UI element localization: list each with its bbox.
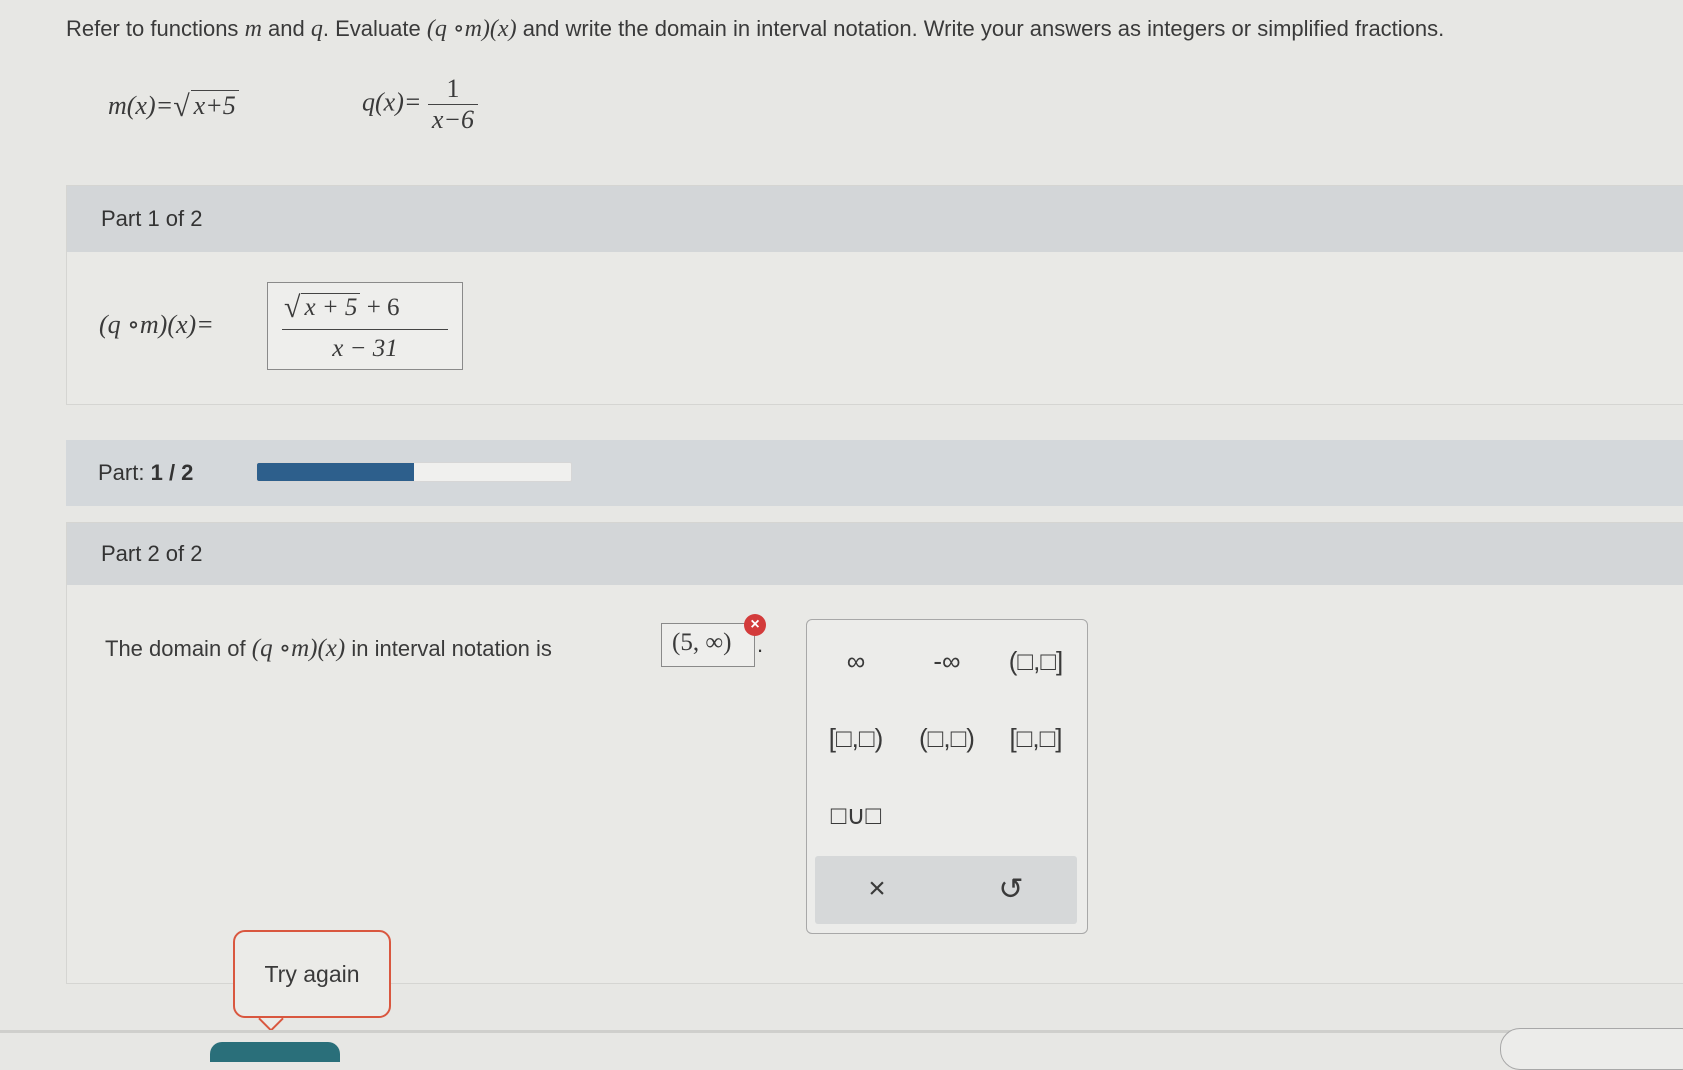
sentence-period: . (757, 632, 764, 657)
part1-fraction-bar (282, 329, 448, 330)
progress-value: 1 / 2 (150, 460, 194, 485)
key-infinity[interactable]: ∞ (816, 646, 896, 677)
prompt-text: Refer to functions (66, 16, 239, 41)
key-open-closed-interval[interactable]: (□,□] (996, 646, 1076, 677)
part1-answer-radicand: x + 5 (301, 293, 361, 322)
function-q-denominator: x−6 (427, 104, 478, 135)
prompt-text: . Evaluate (322, 16, 421, 41)
clear-icon[interactable]: × (837, 872, 917, 906)
part1-header: Part 1 of 2 (67, 186, 1683, 252)
function-m-radicand: x+5 (190, 90, 239, 121)
part1-answer-denominator: x − 31 (332, 335, 398, 362)
part2-composition: (q ∘m)(x) (251, 635, 346, 662)
function-m: m(x)=√ x+5 (108, 88, 239, 123)
function-q-fraction: 1 x−6 (427, 74, 478, 135)
function-m-lhs: m(x)= (108, 91, 174, 120)
part2-question: The domain of (q ∘m)(x) in interval nota… (105, 633, 552, 663)
divider (0, 1030, 1683, 1033)
domain-answer-box[interactable]: (5, ∞) (661, 623, 755, 667)
variable-m: m (244, 16, 262, 42)
composition-expression: (q ∘m)(x) (426, 16, 517, 42)
key-open-interval[interactable]: (□,□) (907, 723, 987, 754)
key-closed-interval[interactable]: [□,□] (996, 723, 1076, 754)
math-keypad: ∞ -∞ (□,□] [□,□) (□,□) [□,□] □∪□ × ↺ (806, 619, 1088, 934)
prompt-text: and write the domain in interval notatio… (522, 16, 1445, 41)
function-q-numerator: 1 (446, 74, 460, 103)
try-again-text: Try again (264, 960, 360, 987)
error-icon: × (744, 614, 766, 636)
try-again-tooltip: Try again (233, 930, 391, 1018)
part1-lhs: (q ∘m)(x)= (99, 310, 214, 339)
progress-fill (257, 463, 414, 481)
action-button[interactable] (210, 1042, 340, 1062)
key-union[interactable]: □∪□ (816, 800, 896, 831)
variable-q: q (310, 16, 323, 42)
progress-panel: Part: 1 / 2 (66, 440, 1683, 506)
part2-question-text: The domain of (105, 636, 246, 661)
progress-label: Part: 1 / 2 (98, 460, 193, 486)
part1-title: Part 1 of 2 (101, 206, 203, 231)
undo-icon[interactable]: ↺ (971, 872, 1051, 907)
key-closed-open-interval[interactable]: [□,□) (816, 723, 896, 754)
part1-answer-box[interactable]: √ x + 5 + 6 x − 31 (267, 282, 463, 370)
prompt-text: and (268, 16, 305, 41)
part1-answer-num-rest: + 6 (366, 294, 400, 321)
part1-answer-numerator: √ x + 5 + 6 (284, 291, 400, 324)
progress-label-text: Part: (98, 460, 145, 485)
part2-title: Part 2 of 2 (101, 541, 203, 566)
domain-answer-value: (5, ∞) (672, 629, 732, 656)
function-q-lhs: q(x)= (362, 87, 422, 117)
part1-card: Part 1 of 2 (q ∘m)(x)= √ x + 5 + 6 x − 31 (66, 185, 1683, 405)
part2-header: Part 2 of 2 (67, 523, 1683, 585)
secondary-button[interactable] (1500, 1028, 1683, 1070)
problem-statement: Refer to functions m and q. Evaluate (q … (66, 14, 1444, 43)
keypad-footer: × ↺ (815, 856, 1077, 924)
function-q: q(x)= 1 x−6 (362, 74, 478, 135)
progress-track (256, 462, 572, 482)
part2-question-text: in interval notation is (351, 636, 552, 661)
key-negative-infinity[interactable]: -∞ (907, 646, 987, 677)
